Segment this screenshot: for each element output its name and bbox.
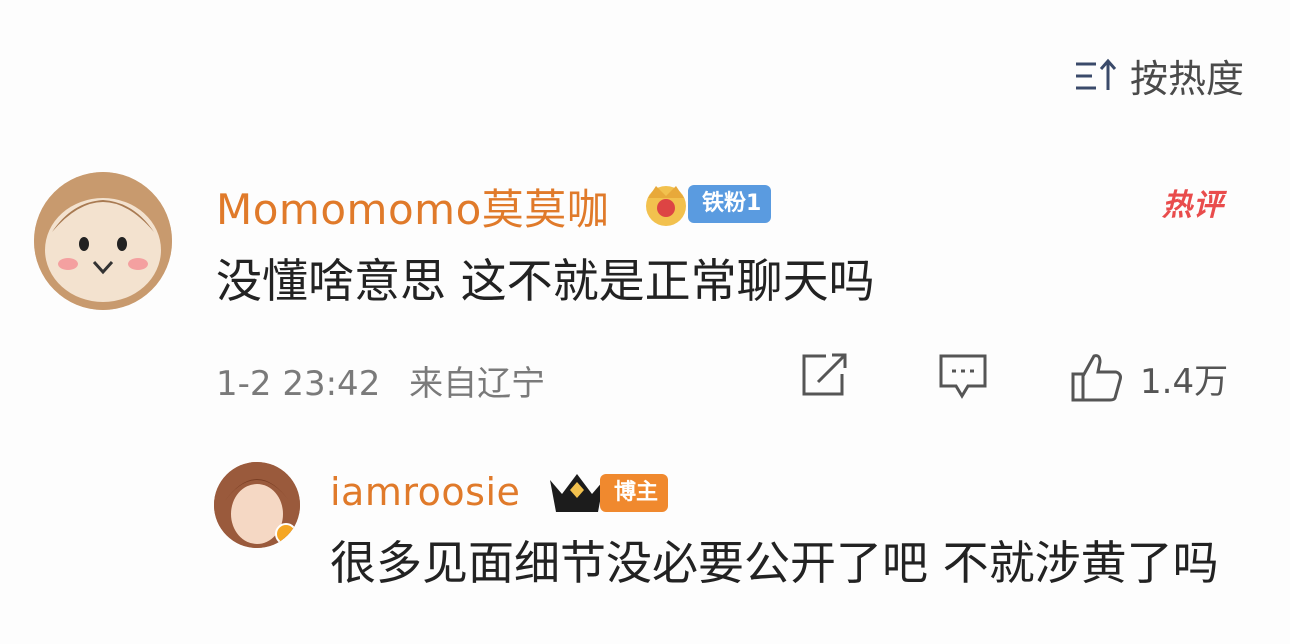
crown-icon (550, 474, 604, 512)
sort-by-hot-button[interactable]: 按热度 (1074, 48, 1244, 103)
sort-icon (1074, 56, 1120, 96)
comment-meta: 1-2 23:42 来自辽宁 (216, 356, 545, 405)
like-button[interactable]: 1.4万 (1070, 352, 1228, 404)
like-icon (1071, 354, 1122, 402)
sort-label: 按热度 (1129, 57, 1244, 101)
reply-avatar[interactable] (214, 462, 300, 548)
blogger-badge: 博主 (546, 468, 669, 518)
reply-text: 很多见面细节没必要公开了吧 不就涉黄了吗 (330, 536, 1219, 590)
crown-icon (646, 186, 686, 226)
comment-button[interactable] (938, 352, 988, 402)
blogger-badge-label: 博主 (600, 474, 669, 512)
comment-icon (939, 354, 987, 399)
comment-location: 来自辽宁 (409, 364, 546, 404)
comment-time: 1-2 23:42 (216, 364, 381, 404)
comment-username[interactable]: Momomomo莫莫咖 (216, 176, 609, 237)
share-icon (802, 353, 847, 396)
share-button[interactable] (800, 352, 850, 398)
fan-badge: 铁粉1 (636, 178, 772, 230)
hot-comment-label: 热评 (1162, 188, 1224, 223)
comment-text: 没懂啥意思 这不就是正常聊天吗 (216, 254, 875, 308)
reply-username[interactable]: iamroosie (330, 470, 520, 514)
like-count: 1.4万 (1140, 361, 1229, 402)
fan-badge-label: 铁粉1 (688, 185, 772, 223)
avatar[interactable] (34, 172, 172, 310)
